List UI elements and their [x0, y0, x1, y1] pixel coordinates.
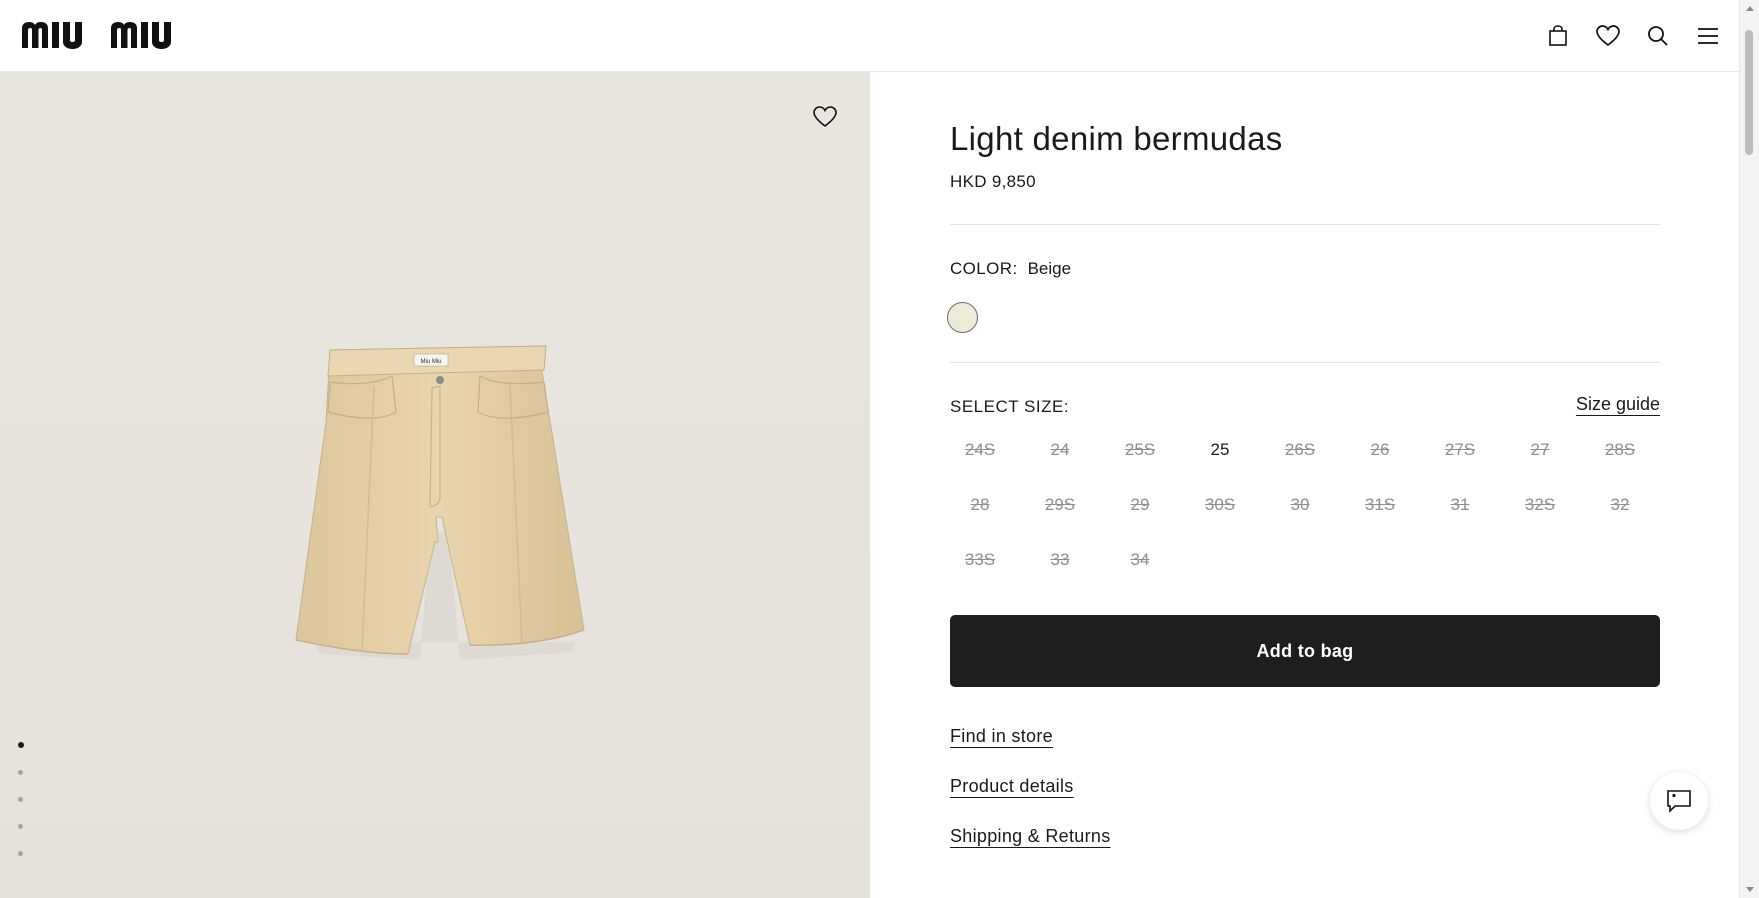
size-option-28[interactable]: 28	[940, 487, 1020, 523]
gallery-dot-2[interactable]	[18, 770, 23, 775]
image-wishlist-heart-icon[interactable]	[812, 105, 838, 131]
divider	[950, 224, 1660, 225]
chat-icon	[1667, 790, 1691, 813]
size-option-25[interactable]: 25	[1180, 432, 1260, 468]
bag-icon[interactable]	[1544, 22, 1572, 50]
menu-icon[interactable]	[1694, 22, 1722, 50]
size-option-34[interactable]: 34	[1100, 542, 1180, 578]
color-row: COLOR: Beige	[950, 259, 1071, 279]
size-option-32s[interactable]: 32S	[1500, 487, 1580, 523]
search-icon[interactable]	[1644, 22, 1672, 50]
scroll-up-arrow-icon[interactable]	[1746, 6, 1754, 11]
product-image-gallery[interactable]: Miu Miu	[0, 72, 870, 898]
size-option-33s[interactable]: 33S	[940, 542, 1020, 578]
size-option-31s[interactable]: 31S	[1340, 487, 1420, 523]
gallery-pagination	[18, 742, 24, 856]
gallery-dot-1[interactable]	[18, 742, 24, 748]
product-title: Light denim bermudas	[950, 120, 1283, 157]
size-option-32[interactable]: 32	[1580, 487, 1660, 523]
scroll-thumb[interactable]	[1745, 30, 1753, 155]
size-option-29s[interactable]: 29S	[1020, 487, 1100, 523]
size-option-26s[interactable]: 26S	[1260, 432, 1340, 468]
chat-button[interactable]	[1650, 772, 1708, 830]
gallery-dot-4[interactable]	[18, 824, 23, 829]
size-option-31[interactable]: 31	[1420, 487, 1500, 523]
product-price: HKD 9,850	[950, 172, 1036, 191]
size-selector: 24S 24 25S 25 26S 26 27S 27 28S 28 29S 29 30S 30 31S 31…	[940, 432, 1660, 578]
miu-miu-logo	[22, 22, 171, 49]
wishlist-icon[interactable]	[1594, 22, 1622, 50]
size-option-28s[interactable]: 28S	[1580, 432, 1660, 468]
scroll-down-arrow-icon[interactable]	[1746, 887, 1754, 892]
size-option-26[interactable]: 26	[1340, 432, 1420, 468]
brand-logo[interactable]	[22, 18, 208, 52]
find-in-store-link[interactable]: Find in store	[950, 726, 1053, 747]
size-header: SELECT SIZE: Size guide	[950, 394, 1660, 417]
divider	[950, 362, 1660, 363]
color-value: Beige	[1027, 259, 1072, 278]
product-details-link[interactable]: Product details	[950, 776, 1074, 797]
size-guide-link[interactable]: Size guide	[1576, 394, 1660, 415]
size-option-30s[interactable]: 30S	[1180, 487, 1260, 523]
size-option-24s[interactable]: 24S	[940, 432, 1020, 468]
color-swatch-beige[interactable]	[947, 302, 978, 333]
size-option-29[interactable]: 29	[1100, 487, 1180, 523]
size-option-27[interactable]: 27	[1500, 432, 1580, 468]
size-option-25s[interactable]: 25S	[1100, 432, 1180, 468]
page-scrollbar[interactable]	[1739, 0, 1759, 898]
size-option-24[interactable]: 24	[1020, 432, 1100, 468]
size-option-33[interactable]: 33	[1020, 542, 1100, 578]
gallery-dot-3[interactable]	[18, 797, 23, 802]
product-image-shorts: Miu Miu	[295, 345, 585, 660]
add-to-bag-button[interactable]: Add to bag	[950, 615, 1660, 687]
size-option-27s[interactable]: 27S	[1420, 432, 1500, 468]
gallery-dot-5[interactable]	[18, 851, 23, 856]
site-header	[0, 0, 1740, 72]
svg-text:Miu Miu: Miu Miu	[420, 359, 441, 365]
color-label: COLOR:	[950, 259, 1018, 278]
select-size-label: SELECT SIZE:	[950, 397, 1070, 416]
shipping-returns-link[interactable]: Shipping & Returns	[950, 826, 1111, 847]
size-option-30[interactable]: 30	[1260, 487, 1340, 523]
